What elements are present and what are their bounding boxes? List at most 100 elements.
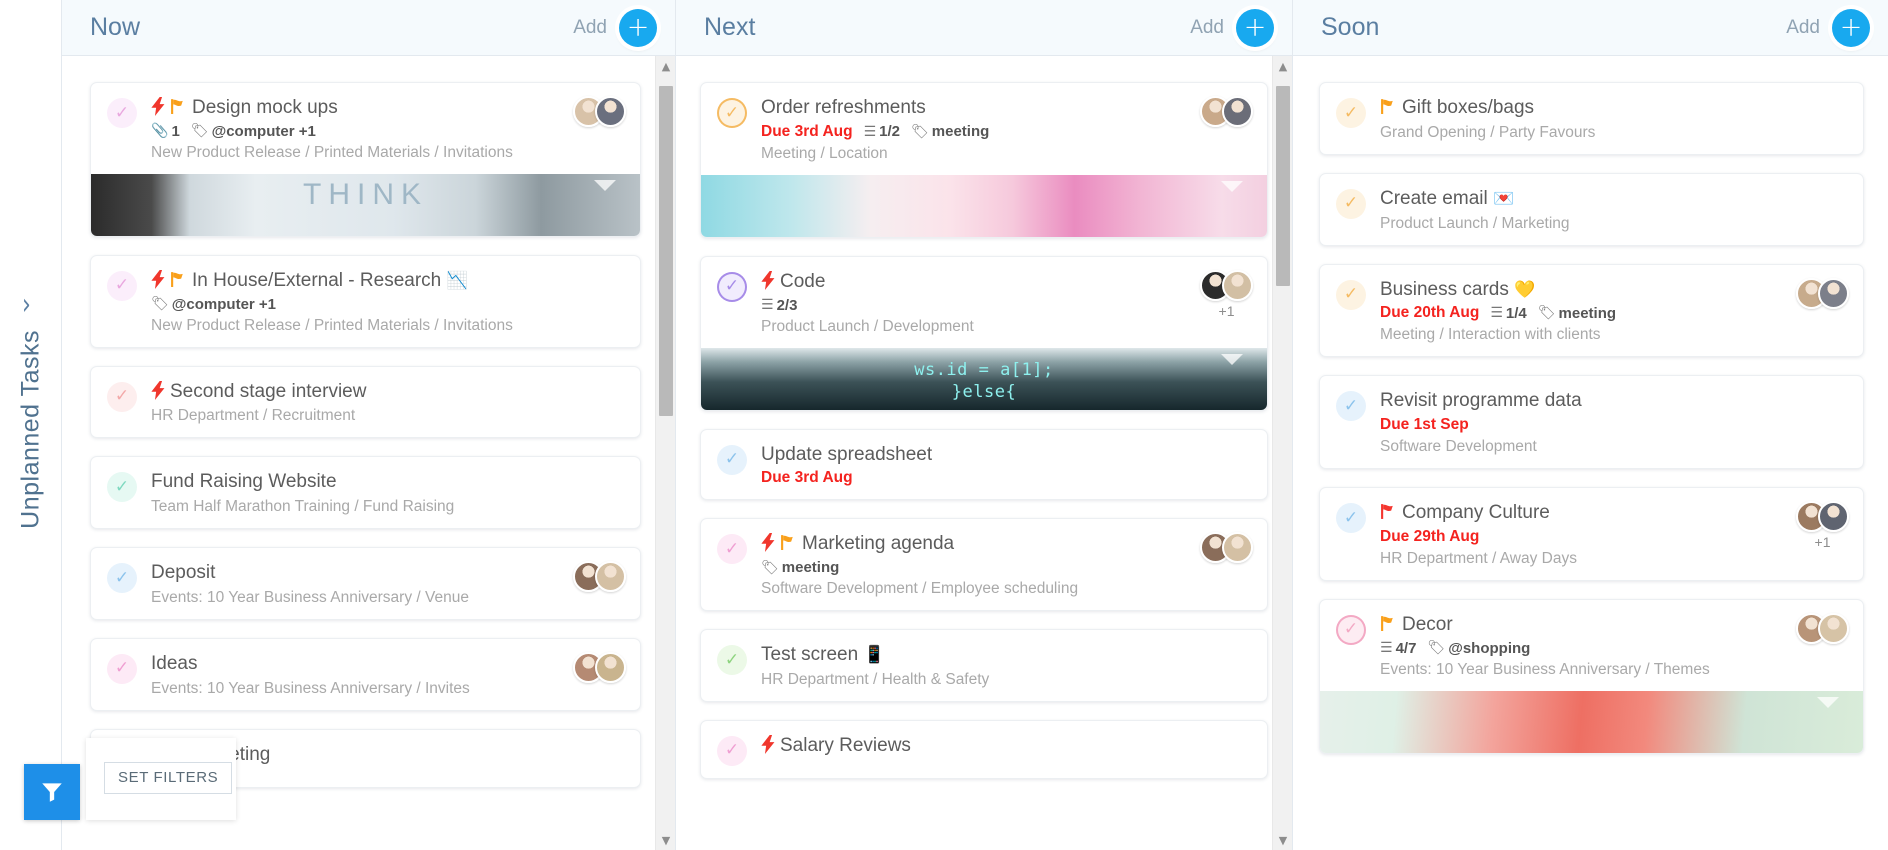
task-card[interactable]: ✓ Test screen 📱 HR Department / Health & S…: [700, 629, 1268, 702]
complete-checkbox[interactable]: ✓: [717, 98, 747, 128]
complete-checkbox[interactable]: ✓: [1336, 98, 1366, 128]
complete-checkbox[interactable]: ✓: [717, 534, 747, 565]
card-content: Create email 💌 Product Launch / Marketing: [1380, 187, 1849, 233]
complete-checkbox[interactable]: ✓: [107, 472, 137, 503]
chevron-right-icon[interactable]: ›: [22, 290, 31, 321]
complete-checkbox[interactable]: ✓: [717, 735, 747, 766]
task-card[interactable]: ✓ Second stage interview HR Department / R…: [90, 365, 641, 439]
task-card[interactable]: ✓ Marketing agenda 🏷 meeting Software Develo…: [700, 518, 1268, 611]
tag-icon-chip: 🏷 meeting: [761, 559, 840, 576]
card-breadcrumb: Events: 10 Year Business Anniversary / V…: [151, 588, 469, 606]
task-card[interactable]: ✓ Business cards 💛 Due 20th Aug ☰ 1/4 🏷 meetin…: [1319, 263, 1864, 358]
lightning-icon: [151, 97, 165, 116]
task-card[interactable]: ✓ In House/External - Research 📉 🏷 @compute…: [90, 254, 641, 348]
column-scrollbar[interactable]: ▲ ▼: [655, 56, 675, 850]
board-column-soon: Soon Add + ✓ Gift boxes/bags Grand Opening / …: [1293, 0, 1888, 850]
scrollbar-thumb[interactable]: [659, 86, 673, 416]
scrollbar-thumb[interactable]: [1276, 86, 1290, 286]
complete-checkbox[interactable]: ✓: [107, 653, 137, 684]
avatar[interactable]: [595, 561, 626, 592]
card-cover-image[interactable]: THINK: [91, 173, 640, 236]
card-title: Decor: [1380, 613, 1786, 637]
complete-checkbox[interactable]: ✓: [1336, 188, 1366, 219]
complete-checkbox[interactable]: ✓: [107, 98, 137, 128]
card-content: Second stage interview HR Department / Re…: [151, 380, 626, 426]
task-card[interactable]: ✓ Company Culture Due 29th Aug HR Departmen…: [1319, 487, 1864, 581]
task-card[interactable]: ✓ Ideas Events: 10 Year Business Anniversa…: [90, 637, 641, 711]
task-card[interactable]: ✓ Design mock ups 📎 1 🏷 @computer +1 New Produ…: [90, 82, 641, 237]
avatar[interactable]: [1818, 277, 1849, 309]
set-filters-button[interactable]: [24, 764, 80, 820]
scroll-down-arrow-icon[interactable]: ▼: [1273, 830, 1293, 850]
card-meta: Due 3rd Aug: [761, 469, 1253, 487]
avatar[interactable]: [1818, 501, 1849, 532]
code-preview: ws.id = a[1];}else{: [914, 359, 1054, 403]
complete-checkbox[interactable]: ✓: [1336, 503, 1366, 533]
column-cards-now: ✓ Design mock ups 📎 1 🏷 @computer +1 New Produ…: [62, 56, 675, 850]
avatar[interactable]: [1222, 96, 1253, 127]
card-cover-image[interactable]: ws.id = a[1];}else{: [701, 347, 1267, 410]
card-meta: Due 1st Sep: [1380, 416, 1849, 434]
task-card[interactable]: ✓ Create email 💌 Product Launch / Marketin…: [1319, 172, 1864, 246]
card-body: ✓ Order refreshments Due 3rd Aug ☰ 1/2 🏷 meeti…: [701, 83, 1267, 175]
scroll-up-arrow-icon[interactable]: ▲: [656, 56, 676, 76]
complete-checkbox[interactable]: ✓: [717, 645, 747, 675]
card-cover-image[interactable]: [701, 174, 1267, 237]
complete-checkbox[interactable]: ✓: [107, 563, 137, 593]
complete-checkbox[interactable]: ✓: [107, 381, 137, 412]
flag-icon: [171, 99, 183, 114]
complete-checkbox[interactable]: ✓: [107, 270, 137, 301]
column-header-next: Next Add +: [676, 0, 1292, 56]
avatar[interactable]: [595, 651, 626, 683]
scroll-up-arrow-icon[interactable]: ▲: [1273, 56, 1293, 76]
scroll-down-arrow-icon[interactable]: ▼: [656, 830, 676, 850]
avatar[interactable]: [1222, 532, 1253, 564]
avatar[interactable]: [1818, 612, 1849, 644]
task-card[interactable]: ✓ Decor ☰ 4/7 🏷 @shopping Events: 10 Year Busi…: [1319, 598, 1864, 754]
checklist-icon-chip: ☰ 1/2: [863, 123, 900, 141]
card-title-text: Code: [780, 270, 826, 292]
card-meta: Due 29th Aug: [1380, 528, 1786, 546]
card-body: ✓ Company Culture Due 29th Aug HR Departmen…: [1320, 488, 1863, 580]
complete-checkbox[interactable]: ✓: [717, 271, 747, 302]
assignee-avatars: [573, 96, 626, 162]
column-title: Next: [704, 13, 756, 41]
assignee-avatars: [1796, 277, 1849, 345]
column-scrollbar[interactable]: ▲ ▼: [1272, 56, 1292, 850]
task-card[interactable]: ✓ Gift boxes/bags Grand Opening / Party Fa…: [1319, 82, 1864, 155]
task-card[interactable]: ✓ Order refreshments Due 3rd Aug ☰ 1/2 🏷 meeti…: [700, 82, 1268, 238]
unplanned-tasks-rail[interactable]: › Unplanned Tasks SET FILTERS: [0, 0, 236, 850]
task-card[interactable]: ✓ Code ☰ 2/3 Product Launch / Development +1 w…: [700, 255, 1268, 411]
complete-checkbox[interactable]: ✓: [1336, 614, 1366, 645]
checklist-icon: ☰: [761, 297, 774, 313]
card-title-text: Update spreadsheet: [761, 443, 933, 465]
complete-checkbox[interactable]: ✓: [1336, 279, 1366, 310]
card-cover-image[interactable]: [1320, 690, 1863, 753]
flag-icon: [171, 271, 183, 287]
task-card[interactable]: ✓ Salary Reviews: [700, 719, 1268, 779]
task-card[interactable]: ✓ Update spreadsheet Due 3rd Aug: [700, 428, 1268, 501]
add-card-button[interactable]: +: [619, 8, 657, 47]
card-body: ✓ Update spreadsheet Due 3rd Aug: [701, 430, 1267, 500]
column-title: Now: [90, 13, 141, 41]
title-emoji: 💌: [1493, 188, 1515, 209]
task-card[interactable]: ✓ Revisit programme data Due 1st Sep Softwa…: [1319, 375, 1864, 469]
assignee-avatars: [573, 651, 626, 698]
avatar[interactable]: [1222, 269, 1253, 301]
complete-checkbox[interactable]: ✓: [717, 444, 747, 475]
card-title: Gift boxes/bags: [1380, 96, 1849, 120]
add-card-button[interactable]: +: [1236, 8, 1274, 47]
task-card[interactable]: ✓ Deposit Events: 10 Year Business Anniver…: [90, 547, 641, 620]
add-card-button[interactable]: +: [1832, 8, 1870, 47]
card-title-text: Marketing agenda: [802, 533, 955, 555]
checklist-icon-chip: ☰ 1/4: [1490, 304, 1527, 322]
complete-checkbox[interactable]: ✓: [1336, 391, 1366, 422]
tag-icon-chip: 🏷 meeting: [911, 123, 990, 141]
board-column-now: Now Add + ✓ Design mock ups 📎 1 🏷 @computer +1 Ne…: [62, 0, 676, 850]
avatar[interactable]: [595, 96, 626, 127]
expand-caret-icon[interactable]: [1817, 696, 1839, 708]
card-content: Salary Reviews: [761, 734, 1253, 766]
expand-caret-icon[interactable]: [1221, 180, 1243, 192]
add-label: Add: [1786, 16, 1820, 38]
task-card[interactable]: ✓ Fund Raising Website Team Half Marathon …: [90, 456, 641, 529]
